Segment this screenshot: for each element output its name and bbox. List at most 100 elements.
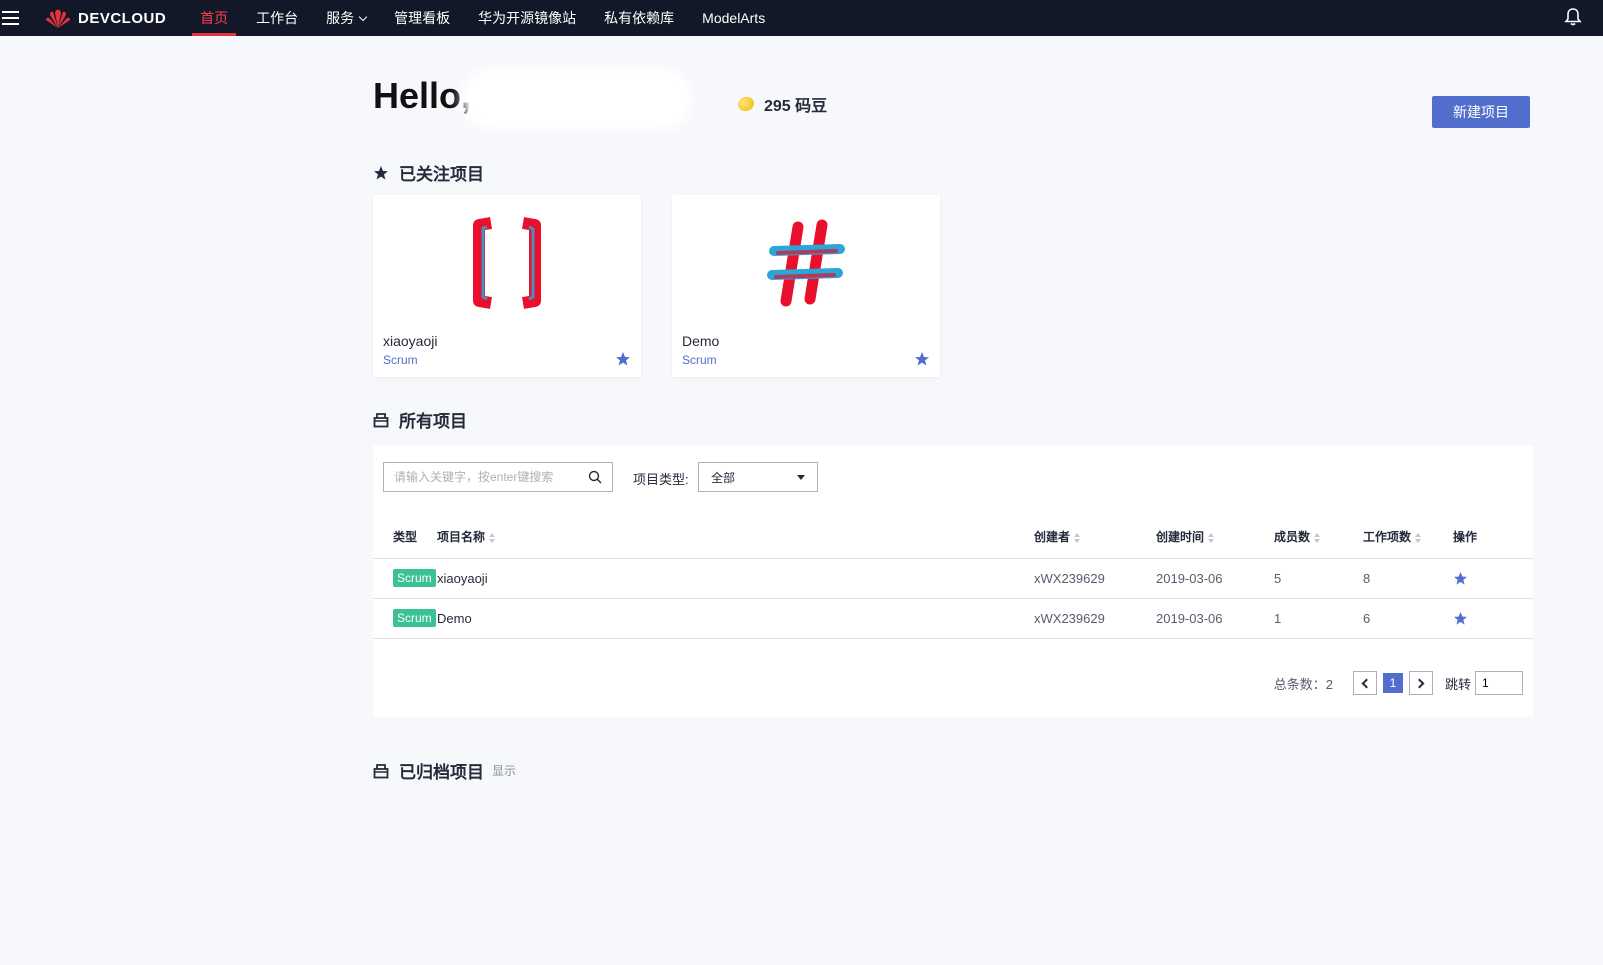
nav-item-label: 工作台 bbox=[256, 10, 299, 26]
col-type: 类型 bbox=[373, 516, 437, 559]
nav-items: 首页 工作台 服务 管理看板 华为开源镜像站 私有依赖库 ModelArts bbox=[186, 0, 779, 36]
cell-creator: xWX239629 bbox=[1034, 558, 1156, 599]
star-icon[interactable] bbox=[1453, 571, 1468, 586]
projects-table: 类型 项目名称 创建者 创建时间 成员数 工作项数 操作 Scrum xiaoy… bbox=[373, 516, 1533, 639]
project-name-link[interactable]: xiaoyaoji bbox=[437, 571, 488, 586]
search-icon[interactable] bbox=[588, 470, 602, 484]
cell-creator: xWX239629 bbox=[1034, 598, 1156, 639]
project-type-value: 全部 bbox=[711, 470, 736, 485]
project-logo bbox=[672, 213, 940, 313]
cell-items: 8 bbox=[1363, 558, 1453, 599]
cell-created: 2019-03-06 bbox=[1156, 598, 1274, 639]
chevron-right-icon bbox=[1414, 678, 1425, 688]
project-logo bbox=[373, 213, 641, 313]
column-header: 创建者 bbox=[1034, 530, 1071, 545]
nav-item-label: 服务 bbox=[326, 10, 355, 26]
nav-item-modelarts[interactable]: ModelArts bbox=[688, 0, 779, 36]
hash-icon bbox=[767, 219, 845, 307]
star-icon[interactable] bbox=[615, 351, 631, 367]
nav-item-label: 私有依赖库 bbox=[604, 10, 675, 26]
nav-item-home[interactable]: 首页 bbox=[186, 0, 242, 36]
star-icon[interactable] bbox=[914, 351, 930, 367]
archived-section-title: 已归档项目 显示 bbox=[373, 758, 516, 783]
bell-icon[interactable] bbox=[1563, 7, 1583, 27]
section-title-text: 已归档项目 bbox=[399, 763, 484, 782]
greeting: Hello, bbox=[373, 75, 472, 116]
bean-icon bbox=[736, 94, 756, 114]
cell-actions bbox=[1453, 558, 1533, 599]
all-projects-section-title: 所有项目 bbox=[373, 407, 467, 432]
column-header: 类型 bbox=[393, 530, 418, 545]
column-header: 成员数 bbox=[1274, 530, 1311, 545]
project-card-xiaoyaoji[interactable]: xiaoyaoji Scrum bbox=[373, 195, 641, 377]
cell-members: 1 bbox=[1274, 598, 1363, 639]
col-name[interactable]: 项目名称 bbox=[437, 516, 1034, 559]
logo[interactable]: DEVCLOUD bbox=[44, 0, 166, 36]
cell-items: 6 bbox=[1363, 598, 1453, 639]
jump-label: 跳转 bbox=[1444, 676, 1471, 692]
section-title-text: 所有项目 bbox=[399, 412, 467, 431]
scrum-badge: Scrum bbox=[393, 609, 436, 627]
pagination: 总条数：2 1 跳转 bbox=[1274, 671, 1523, 695]
sort-icon[interactable] bbox=[1314, 533, 1321, 544]
card-project-type: Scrum bbox=[383, 353, 418, 367]
project-type-select[interactable]: 全部 bbox=[698, 462, 818, 492]
column-header: 工作项数 bbox=[1363, 530, 1412, 545]
logo-text: DEVCLOUD bbox=[78, 9, 167, 27]
star-icon bbox=[374, 165, 388, 179]
column-header: 项目名称 bbox=[437, 530, 486, 545]
show-archived-link[interactable]: 显示 bbox=[492, 762, 516, 779]
cell-actions bbox=[1453, 598, 1533, 639]
cell-name: Demo bbox=[437, 598, 1034, 639]
menu-icon[interactable] bbox=[2, 0, 24, 36]
prev-page-button[interactable] bbox=[1352, 671, 1377, 695]
col-members[interactable]: 成员数 bbox=[1274, 516, 1363, 559]
search-box[interactable] bbox=[383, 462, 613, 492]
brackets-icon bbox=[473, 217, 541, 309]
nav-item-mirror[interactable]: 华为开源镜像站 bbox=[464, 0, 590, 36]
next-page-button[interactable] bbox=[1408, 671, 1433, 695]
table-row[interactable]: Scrum xiaoyaoji xWX239629 2019-03-06 5 8 bbox=[373, 558, 1533, 599]
project-box-icon bbox=[373, 412, 389, 427]
col-created[interactable]: 创建时间 bbox=[1156, 516, 1274, 559]
project-card-demo[interactable]: Demo Scrum bbox=[672, 195, 940, 377]
jump-page-input[interactable] bbox=[1475, 671, 1523, 695]
nav-item-services[interactable]: 服务 bbox=[312, 0, 380, 36]
table-header-row: 类型 项目名称 创建者 创建时间 成员数 工作项数 操作 bbox=[373, 516, 1533, 559]
nav-item-workbench[interactable]: 工作台 bbox=[242, 0, 312, 36]
col-items[interactable]: 工作项数 bbox=[1363, 516, 1453, 559]
search-input[interactable] bbox=[394, 470, 584, 484]
nav-item-label: 首页 bbox=[200, 10, 229, 26]
sort-icon[interactable] bbox=[1208, 533, 1215, 544]
project-type-label: 项目类型: bbox=[633, 472, 689, 487]
sort-icon[interactable] bbox=[1074, 533, 1081, 544]
nav-item-label: ModelArts bbox=[702, 10, 766, 26]
section-title-text: 已关注项目 bbox=[399, 165, 484, 184]
projects-panel: 项目类型: 全部 类型 项目名称 创建者 创建时间 成员数 工作项数 操作 Sc… bbox=[373, 446, 1533, 717]
star-icon[interactable] bbox=[1453, 611, 1468, 626]
sort-icon[interactable] bbox=[489, 533, 496, 544]
huawei-logo-icon bbox=[46, 9, 70, 29]
nav-item-label: 华为开源镜像站 bbox=[478, 10, 577, 26]
archive-box-icon bbox=[373, 763, 389, 778]
new-project-button[interactable]: 新建项目 bbox=[1432, 96, 1530, 128]
caret-down-icon bbox=[797, 474, 805, 480]
cell-members: 5 bbox=[1274, 558, 1363, 599]
sort-icon[interactable] bbox=[1415, 533, 1422, 544]
project-name-link[interactable]: Demo bbox=[437, 611, 472, 626]
cell-type: Scrum bbox=[373, 558, 437, 599]
card-project-name: xiaoyaoji bbox=[383, 333, 438, 349]
nav-item-private-repo[interactable]: 私有依赖库 bbox=[590, 0, 688, 36]
chevron-left-icon bbox=[1361, 678, 1372, 688]
column-header: 创建时间 bbox=[1156, 530, 1205, 545]
page-number-button[interactable]: 1 bbox=[1382, 673, 1403, 693]
card-project-type: Scrum bbox=[682, 353, 717, 367]
cell-type: Scrum bbox=[373, 598, 437, 639]
table-row[interactable]: Scrum Demo xWX239629 2019-03-06 1 6 bbox=[373, 598, 1533, 639]
nav-item-label: 管理看板 bbox=[394, 10, 451, 26]
card-project-name: Demo bbox=[682, 333, 720, 349]
nav-item-dashboard[interactable]: 管理看板 bbox=[380, 0, 464, 36]
col-actions: 操作 bbox=[1453, 516, 1533, 559]
col-creator[interactable]: 创建者 bbox=[1034, 516, 1156, 559]
cell-created: 2019-03-06 bbox=[1156, 558, 1274, 599]
